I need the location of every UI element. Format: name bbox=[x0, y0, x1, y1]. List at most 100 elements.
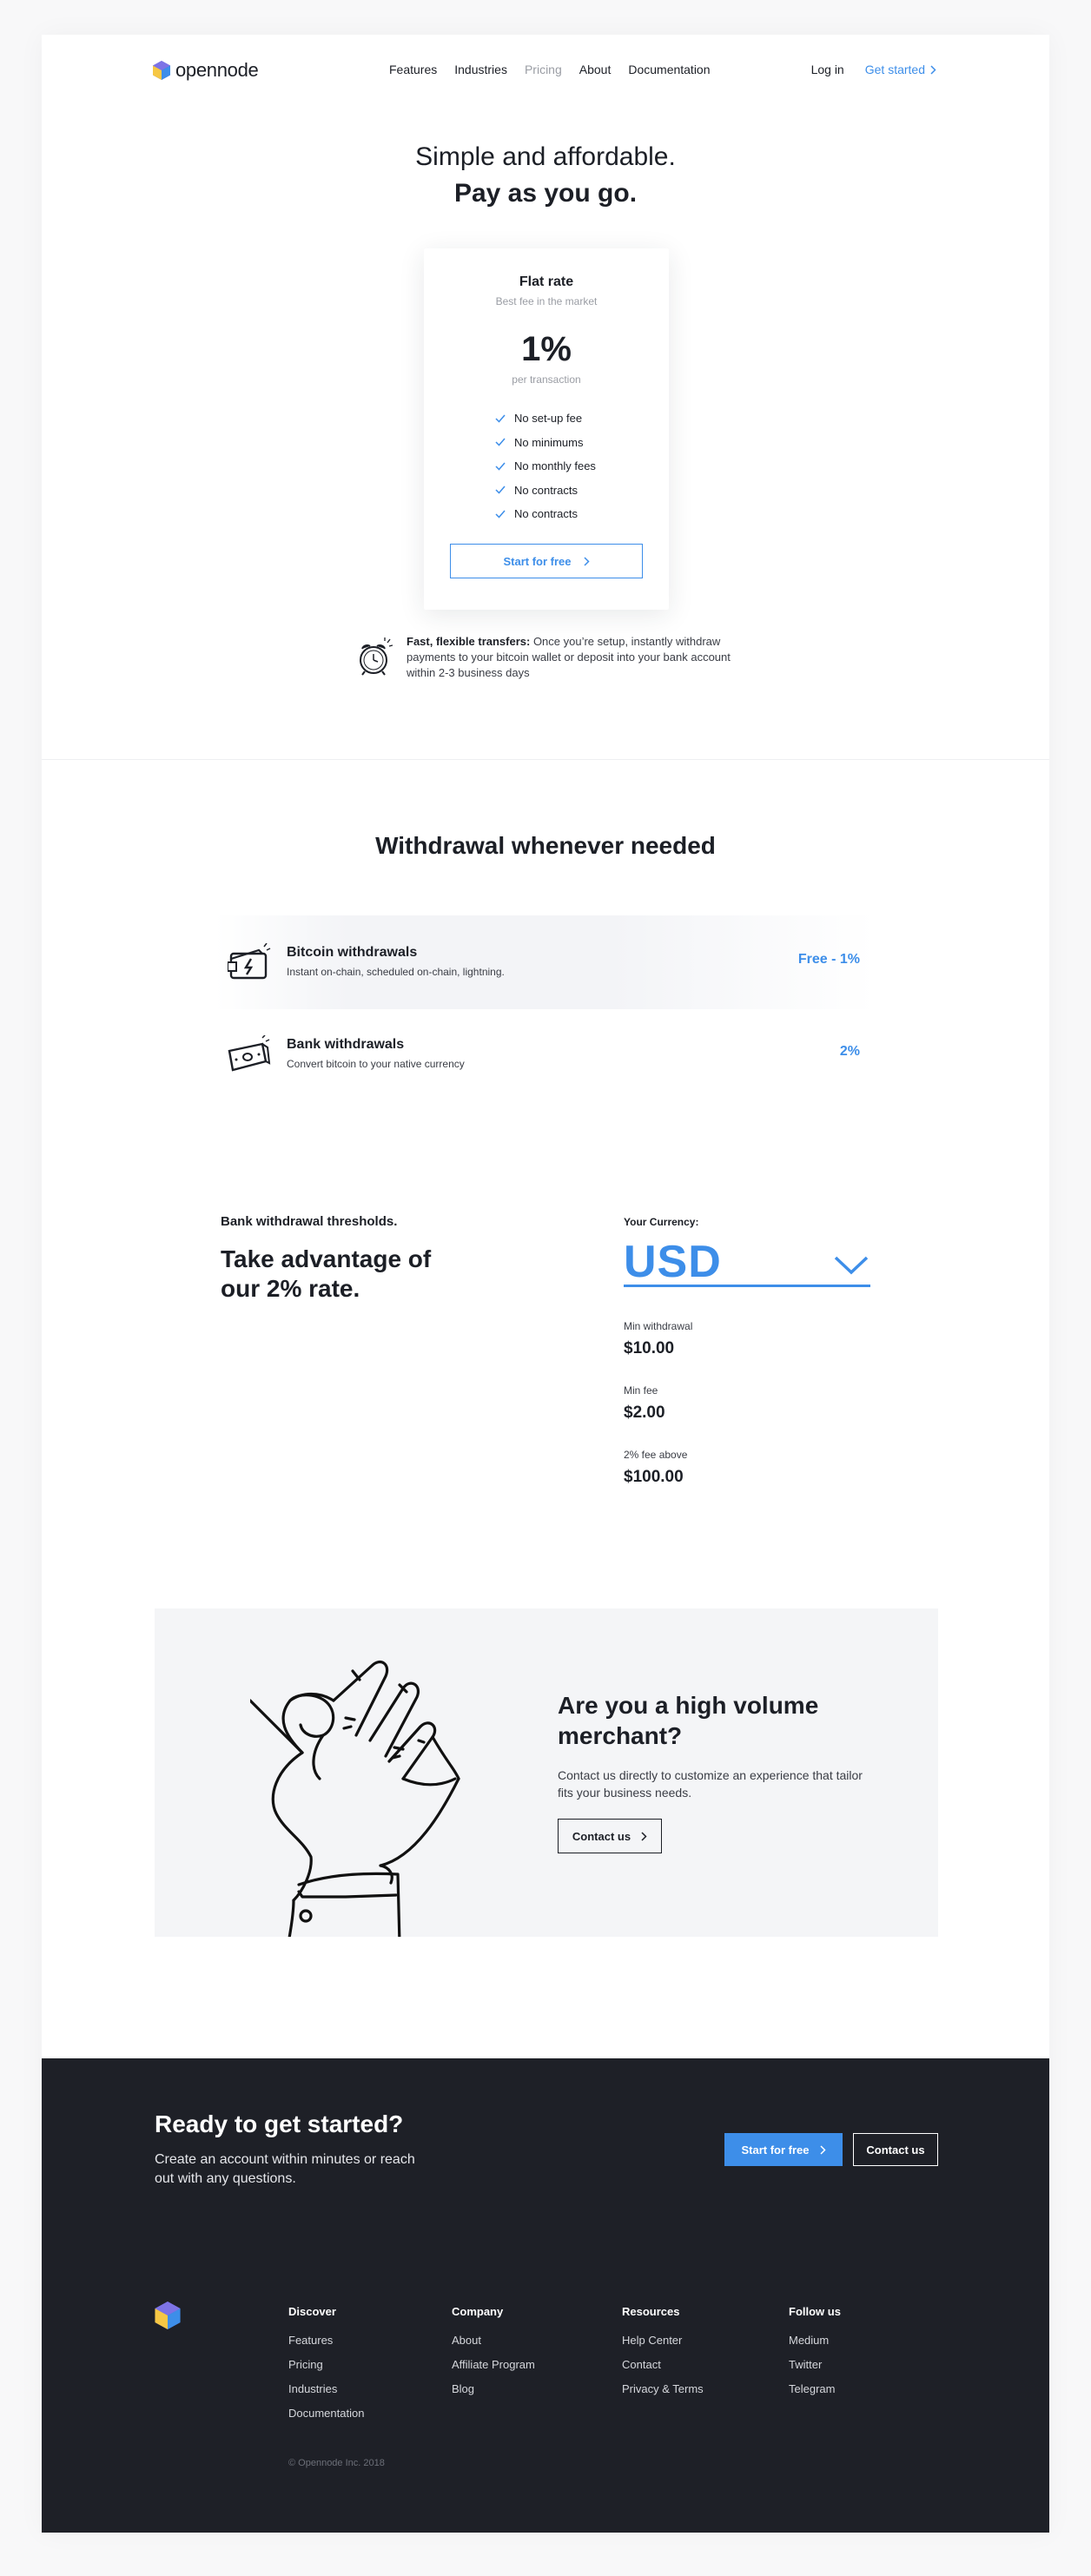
alarm-clock-icon bbox=[360, 637, 393, 676]
footer-col-follow: Follow us Medium Twitter Telegram bbox=[789, 2305, 841, 2407]
withdrawal-fee: 2% bbox=[839, 1044, 860, 1059]
bank-note-icon bbox=[228, 1035, 271, 1072]
currency-value: USD bbox=[624, 1237, 722, 1287]
withdrawal-row-bank: Bank withdrawals Convert bitcoin to your… bbox=[215, 1007, 876, 1101]
rate-card-subtitle: Best fee in the market bbox=[495, 295, 598, 307]
top-nav: opennode Features Industries Pricing Abo… bbox=[42, 35, 1049, 104]
feature-label: No contracts bbox=[514, 483, 578, 497]
footer-contact-button[interactable]: Contact us bbox=[853, 2133, 938, 2166]
get-started-label: Get started bbox=[864, 63, 925, 76]
transfer-bold: Fast, flexible transfers: bbox=[407, 635, 531, 648]
withdrawal-desc: Convert bitcoin to your native currency bbox=[287, 1058, 465, 1070]
opennode-logo-icon[interactable] bbox=[155, 2302, 181, 2329]
thresholds-kicker: Bank withdrawal thresholds. bbox=[221, 1214, 398, 1229]
threshold-min-withdrawal: Min withdrawal $10.00 bbox=[624, 1320, 870, 1358]
footer-link[interactable]: Features bbox=[288, 2334, 364, 2347]
threshold-min-fee: Min fee $2.00 bbox=[624, 1384, 870, 1423]
brand-logo[interactable]: opennode bbox=[153, 59, 259, 82]
nav-link-pricing[interactable]: Pricing bbox=[525, 63, 562, 76]
hero-line-1: Simple and affordable. bbox=[415, 142, 676, 171]
rate-value: 1% bbox=[521, 330, 572, 368]
get-started-link[interactable]: Get started bbox=[865, 63, 936, 76]
nav-link-features[interactable]: Features bbox=[389, 63, 437, 76]
check-icon bbox=[495, 510, 506, 519]
chevron-down-icon bbox=[834, 1256, 869, 1275]
footer-link[interactable]: Blog bbox=[452, 2382, 535, 2395]
footer-link[interactable]: Documentation bbox=[288, 2407, 364, 2420]
footer-link[interactable]: Twitter bbox=[789, 2358, 841, 2371]
transfer-note: Fast, flexible transfers: Once you’re se… bbox=[356, 634, 756, 681]
feature-label: No minimums bbox=[514, 435, 584, 449]
footer-col-discover: Discover Features Pricing Industries Doc… bbox=[288, 2305, 364, 2431]
withdrawal-title: Withdrawal whenever needed bbox=[375, 832, 716, 859]
footer-link[interactable]: Industries bbox=[288, 2382, 364, 2395]
start-for-free-button[interactable]: Start for free bbox=[450, 544, 643, 578]
footer: Ready to get started? Create an account … bbox=[42, 2058, 1049, 2533]
withdrawal-name: Bitcoin withdrawals bbox=[287, 945, 418, 960]
footer-start-label: Start for free bbox=[741, 2143, 810, 2157]
nav-link-about[interactable]: About bbox=[579, 63, 612, 76]
withdrawal-name: Bank withdrawals bbox=[287, 1037, 405, 1052]
feature-list: No set-up fee No minimums No monthly fee… bbox=[495, 406, 596, 526]
withdrawal-fee: Free - 1% bbox=[797, 952, 860, 967]
footer-col-heading: Company bbox=[452, 2305, 504, 2318]
footer-col-heading: Discover bbox=[288, 2305, 336, 2318]
threshold-label: 2% fee above bbox=[624, 1449, 688, 1461]
chevron-right-icon bbox=[583, 556, 590, 566]
footer-link[interactable]: Medium bbox=[789, 2334, 841, 2347]
nav-link-documentation[interactable]: Documentation bbox=[628, 63, 710, 76]
merchant-text: Are you a high volume merchant? Contact … bbox=[558, 1690, 888, 1853]
chevron-right-icon bbox=[641, 1831, 647, 1841]
footer-link[interactable]: Help Center bbox=[622, 2334, 704, 2347]
nav-actions: Log in Get started bbox=[811, 63, 936, 76]
withdrawal-desc: Instant on-chain, scheduled on-chain, li… bbox=[287, 966, 505, 978]
bitcoin-wallet-icon bbox=[228, 943, 271, 980]
feature-item: No contracts bbox=[495, 502, 596, 526]
nav-link-industries[interactable]: Industries bbox=[454, 63, 507, 76]
contact-us-button[interactable]: Contact us bbox=[558, 1819, 662, 1853]
footer-title: Ready to get started? bbox=[155, 2110, 404, 2137]
feature-item: No minimums bbox=[495, 431, 596, 455]
rate-caption: per transaction bbox=[512, 373, 581, 386]
section-divider bbox=[42, 759, 1049, 760]
currency-select[interactable]: USD bbox=[624, 1237, 870, 1287]
brand-name: opennode bbox=[175, 59, 259, 81]
footer-link[interactable]: Telegram bbox=[789, 2382, 841, 2395]
footer-link[interactable]: Privacy & Terms bbox=[622, 2382, 704, 2395]
transfer-text: Fast, flexible transfers: Once you’re se… bbox=[407, 634, 756, 681]
feature-label: No monthly fees bbox=[514, 459, 596, 473]
footer-subtitle: Create an account within minutes or reac… bbox=[155, 2152, 415, 2186]
merchant-title: Are you a high volume merchant? bbox=[558, 1692, 819, 1749]
chevron-right-icon bbox=[819, 2144, 826, 2155]
thresholds-intro: Bank withdrawal thresholds. Take advanta… bbox=[221, 1214, 473, 1304]
footer-contact-label: Contact us bbox=[866, 2143, 925, 2157]
page: opennode Features Industries Pricing Abo… bbox=[42, 35, 1049, 2533]
footer-col-heading: Follow us bbox=[789, 2305, 841, 2318]
footer-col-heading: Resources bbox=[622, 2305, 680, 2318]
flat-rate-card: Flat rate Best fee in the market 1% per … bbox=[424, 248, 669, 610]
chevron-right-icon bbox=[930, 64, 936, 75]
thresholds-heading: Take advantage of our 2% rate. bbox=[221, 1245, 432, 1302]
merchant-desc: Contact us directly to customize an expe… bbox=[558, 1768, 863, 1800]
feature-label: No contracts bbox=[514, 507, 578, 521]
opennode-logo-icon bbox=[153, 61, 170, 80]
withdrawal-row-bitcoin: Bitcoin withdrawals Instant on-chain, sc… bbox=[215, 915, 876, 1009]
feature-item: No set-up fee bbox=[495, 406, 596, 431]
footer-link[interactable]: Pricing bbox=[288, 2358, 364, 2371]
footer-link[interactable]: Contact bbox=[622, 2358, 704, 2371]
threshold-value: $10.00 bbox=[624, 1339, 675, 1357]
login-link[interactable]: Log in bbox=[811, 63, 844, 76]
start-for-free-label: Start for free bbox=[503, 554, 572, 568]
threshold-value: $100.00 bbox=[624, 1468, 684, 1486]
check-icon bbox=[495, 462, 506, 471]
footer-link[interactable]: Affiliate Program bbox=[452, 2358, 535, 2371]
threshold-label: Min fee bbox=[624, 1384, 658, 1397]
hero-line-2: Pay as you go. bbox=[453, 179, 638, 208]
footer-col-resources: Resources Help Center Contact Privacy & … bbox=[622, 2305, 704, 2407]
threshold-label: Min withdrawal bbox=[624, 1320, 693, 1332]
threshold-fee-above: 2% fee above $100.00 bbox=[624, 1449, 870, 1487]
nav-links: Features Industries Pricing About Docume… bbox=[389, 63, 711, 76]
check-icon bbox=[495, 485, 506, 494]
footer-link[interactable]: About bbox=[452, 2334, 535, 2347]
footer-start-button[interactable]: Start for free bbox=[724, 2133, 843, 2166]
